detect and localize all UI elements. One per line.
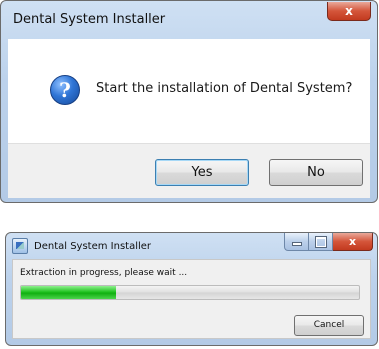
- window-controls: x: [284, 233, 373, 251]
- close-icon: x: [345, 4, 353, 18]
- progress-bar: [20, 285, 360, 300]
- progress-dialog: Dental System Installer x Extraction in …: [5, 232, 378, 346]
- no-button[interactable]: No: [269, 159, 363, 186]
- status-text: Extraction in progress, please wait ...: [20, 268, 188, 278]
- installer-app-icon: [12, 238, 28, 254]
- dialog-message: Start the installation of Dental System?: [96, 81, 353, 96]
- close-button[interactable]: x: [327, 2, 371, 21]
- cancel-button[interactable]: Cancel: [294, 315, 364, 336]
- dialog-title: Dental System Installer: [34, 241, 152, 252]
- question-icon: ?: [50, 75, 80, 105]
- dialog-content: ? Start the installation of Dental Syste…: [8, 39, 370, 143]
- close-button[interactable]: x: [333, 233, 373, 251]
- progress-content: Extraction in progress, please wait ... …: [12, 259, 371, 339]
- progress-fill: [21, 286, 116, 299]
- close-icon: x: [348, 235, 357, 248]
- maximize-button[interactable]: [309, 233, 333, 251]
- dialog-footer: Yes No: [8, 143, 370, 198]
- confirm-dialog: Dental System Installer x ? Start the in…: [0, 0, 378, 203]
- dialog-title: Dental System Installer: [13, 12, 166, 27]
- yes-button[interactable]: Yes: [155, 159, 249, 186]
- minimize-button[interactable]: [284, 233, 309, 251]
